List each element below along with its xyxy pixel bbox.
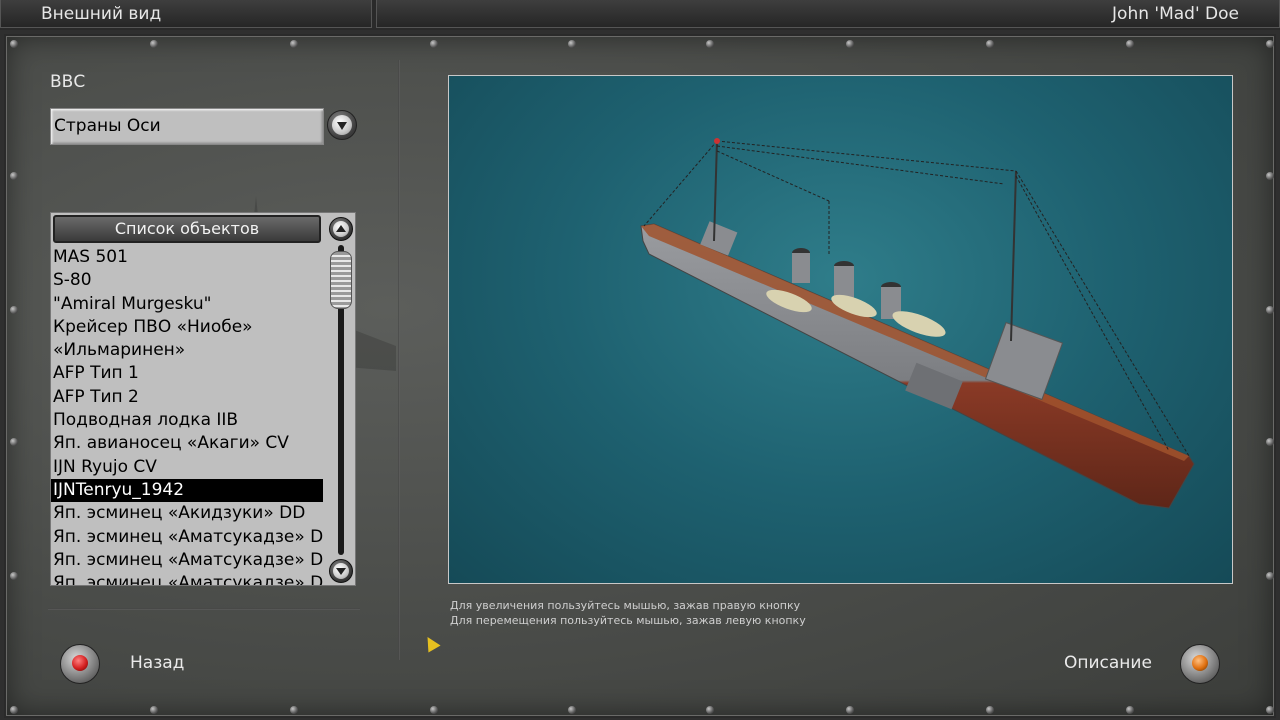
- country-select[interactable]: Страны Оси: [50, 108, 324, 145]
- rivet: [568, 706, 576, 714]
- rivet: [986, 706, 994, 714]
- rivet: [150, 40, 158, 48]
- scrollbar-thumb[interactable]: [330, 251, 352, 309]
- screen-title: Внешний вид: [41, 4, 162, 24]
- list-item[interactable]: MAS 501: [51, 246, 323, 269]
- rivet: [1126, 40, 1134, 48]
- country-dropdown-button[interactable]: [327, 110, 357, 140]
- red-lamp-icon: [72, 655, 88, 671]
- chevron-down-icon: [333, 563, 349, 579]
- object-list[interactable]: Список объектов MAS 501 S-80 "Amiral Mur…: [50, 212, 356, 586]
- rivet: [1126, 706, 1134, 714]
- rivet: [10, 40, 18, 48]
- horizontal-divider: [48, 608, 360, 610]
- vertical-divider: [398, 60, 400, 660]
- list-item[interactable]: IJN Ryujo CV: [51, 456, 323, 479]
- rivet: [10, 172, 18, 180]
- rivet: [10, 306, 18, 314]
- object-list-items: MAS 501 S-80 "Amiral Murgesku" Крейсер П…: [51, 246, 323, 585]
- rivet: [1266, 40, 1274, 48]
- list-item-selected[interactable]: IJNTenryu_1942: [51, 478, 323, 503]
- object-list-header: Список объектов: [53, 215, 321, 243]
- rivet: [430, 706, 438, 714]
- list-item[interactable]: AFP Тип 1: [51, 362, 323, 385]
- pilot-name: John 'Mad' Doe: [1112, 4, 1239, 24]
- rivet: [846, 40, 854, 48]
- title-bar: Внешний вид: [0, 0, 372, 28]
- rivet: [1266, 306, 1274, 314]
- orange-lamp-icon: [1192, 655, 1208, 671]
- scroll-up-button[interactable]: [329, 217, 353, 241]
- ship-model: [640, 138, 1195, 509]
- description-button[interactable]: [1180, 644, 1220, 684]
- back-label[interactable]: Назад: [130, 653, 184, 673]
- list-item[interactable]: Яп. эсминец «Аматсукадзе» DD: [51, 572, 323, 585]
- model-viewport[interactable]: [448, 75, 1233, 584]
- rivet: [10, 438, 18, 446]
- list-item[interactable]: Подводная лодка IIB: [51, 409, 323, 432]
- chevron-down-icon: [332, 115, 352, 135]
- list-item[interactable]: Крейсер ПВО «Ниобе»: [51, 316, 323, 339]
- rivet: [430, 40, 438, 48]
- rivet: [986, 40, 994, 48]
- rivet: [706, 40, 714, 48]
- scroll-down-button[interactable]: [329, 559, 353, 583]
- rivet: [1266, 572, 1274, 580]
- rivet: [290, 706, 298, 714]
- rivet: [290, 40, 298, 48]
- back-button[interactable]: [60, 644, 100, 684]
- list-item[interactable]: Яп. эсминец «Аматсукадзе» DD: [51, 526, 323, 549]
- list-item[interactable]: S-80: [51, 269, 323, 292]
- rivet: [1266, 172, 1274, 180]
- user-bar: John 'Mad' Doe: [376, 0, 1280, 28]
- description-label[interactable]: Описание: [1064, 653, 1152, 673]
- list-item[interactable]: Яп. эсминец «Аматсукадзе» DD: [51, 549, 323, 572]
- filter-label: ВВС: [50, 72, 86, 92]
- rivet: [150, 706, 158, 714]
- rivet: [10, 572, 18, 580]
- rivet: [706, 706, 714, 714]
- object-list-scrollbar[interactable]: [327, 213, 355, 585]
- rivet: [10, 706, 18, 714]
- rivet: [846, 706, 854, 714]
- list-item[interactable]: AFP Тип 2: [51, 386, 323, 409]
- country-select-value: Страны Оси: [54, 116, 161, 136]
- zoom-hint: Для увеличения пользуйтесь мышью, зажав …: [450, 599, 801, 612]
- rivet: [1266, 706, 1274, 714]
- top-bar: Внешний вид John 'Mad' Doe: [0, 0, 1280, 30]
- list-item[interactable]: "Amiral Murgesku": [51, 293, 323, 316]
- list-item[interactable]: Яп. авианосец «Акаги» CV: [51, 432, 323, 455]
- chevron-up-icon: [333, 221, 349, 237]
- move-hint: Для перемещения пользуйтесь мышью, зажав…: [450, 614, 806, 627]
- rivet: [1266, 438, 1274, 446]
- list-item[interactable]: Яп. эсминец «Акидзуки» DD: [51, 502, 323, 525]
- list-item[interactable]: «Ильмаринен»: [51, 339, 323, 362]
- rivet: [568, 40, 576, 48]
